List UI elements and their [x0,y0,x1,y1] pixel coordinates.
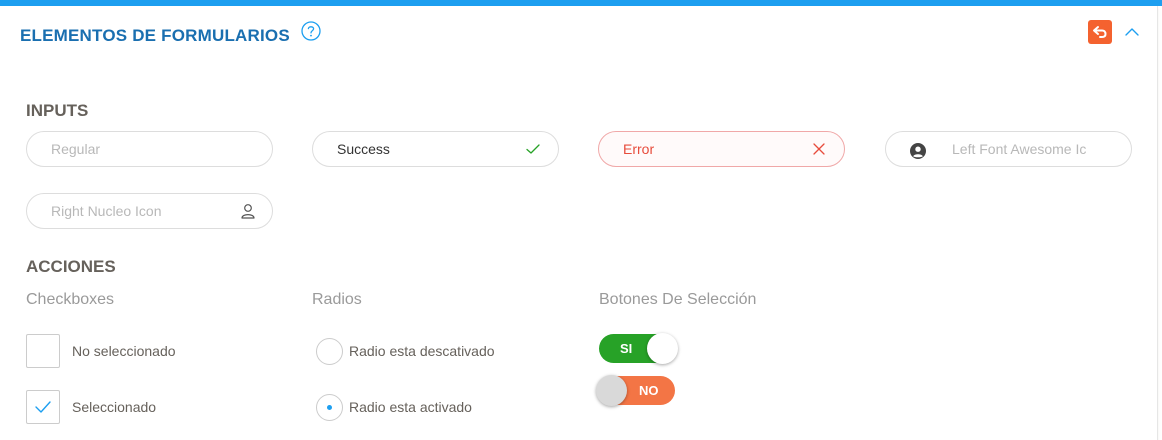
check-icon [526,144,540,154]
radios-title: Radios [312,291,362,308]
card-title: ELEMENTOS DE FORMULARIOS [20,26,290,45]
radio-dot [327,405,332,410]
radio-unselected[interactable] [316,338,343,365]
switch-knob [647,333,678,364]
switch-on-label: SI [620,341,633,356]
switches-title: Botones De Selección [599,291,757,308]
checkbox-unselected[interactable] [26,334,60,368]
actions-section-title: ACCIONES [26,257,116,276]
radio-selected-label: Radio esta activado [349,399,472,415]
check-icon [35,401,51,413]
toggle-switch-si[interactable]: SI [599,333,678,364]
user-outline-icon [241,204,255,219]
radio-selected[interactable] [316,394,343,421]
checkbox-unselected-label: No seleccionado [72,343,176,359]
switch-knob [596,375,627,406]
checkbox-selected-label: Seleccionado [72,399,157,415]
chevron-up-icon[interactable] [1124,26,1140,38]
back-button[interactable] [1088,20,1112,44]
user-circle-icon [910,143,926,159]
switch-off-label: NO [639,383,659,398]
inputs-section-title: INPUTS [26,101,89,120]
toggle-switch-no[interactable]: NO [596,375,675,406]
question-circle-icon[interactable] [301,21,321,41]
close-icon [813,143,825,155]
error-input[interactable] [598,131,845,167]
success-input[interactable] [312,131,559,167]
right-icon-input[interactable] [26,193,273,229]
checkboxes-title: Checkboxes [26,291,115,308]
regular-input[interactable] [26,131,273,167]
checkbox-selected[interactable] [26,390,60,424]
reply-arrow-icon [1093,26,1107,38]
radio-unselected-label: Radio esta descativado [349,343,495,359]
